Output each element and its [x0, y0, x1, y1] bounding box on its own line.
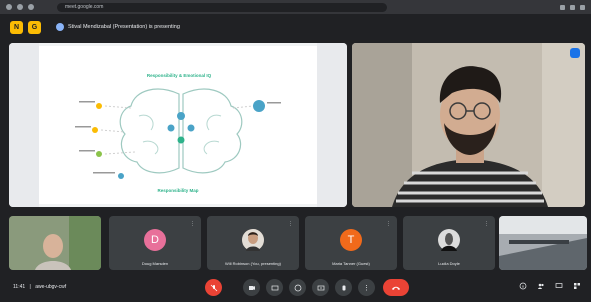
participant-strip: ⋮ D Doug Marsden ⋮ Will Robinson (You, p…	[9, 216, 587, 270]
more-options-icon[interactable]: ⋮	[484, 221, 489, 227]
avatar-photo	[438, 229, 460, 251]
camera-icon	[248, 285, 255, 290]
slide-margin-left	[9, 43, 39, 207]
meet-window: meet.google.com N G Stival Mendizabal (P…	[0, 0, 591, 302]
activities-icon[interactable]	[573, 282, 581, 290]
more-options-icon[interactable]: ⋮	[288, 221, 293, 227]
more-vert-icon: ⋮	[363, 284, 370, 292]
present-icon	[56, 23, 64, 31]
header-button-1[interactable]: N	[10, 20, 23, 34]
presenting-text: Stival Mendizabal (Presentation) is pres…	[68, 24, 180, 30]
avatar: T	[340, 229, 362, 251]
people-icon[interactable]	[537, 282, 545, 290]
participant-tile-1[interactable]	[9, 216, 101, 270]
separator: |	[29, 284, 31, 290]
control-bar: 11:41 | awe-ubgv-cwf ⋮	[0, 274, 591, 302]
reload-icon[interactable]	[28, 4, 34, 10]
participant-name: Doug Marsden	[141, 261, 169, 266]
more-options-icon[interactable]: ⋮	[190, 221, 195, 227]
browser-actions	[560, 4, 585, 10]
captions-icon	[271, 285, 278, 290]
chat-icon[interactable]	[555, 282, 563, 290]
mic-off-button[interactable]	[205, 279, 222, 296]
slide: Responsibility & Emotional IQ Responsibi…	[39, 46, 317, 204]
call-end-icon	[392, 286, 400, 290]
present-screen-icon	[317, 285, 324, 290]
more-options-button[interactable]: ⋮	[358, 279, 375, 296]
mic-off-icon	[210, 284, 217, 291]
extension-icon[interactable]	[560, 4, 565, 10]
participant-tile-3[interactable]: ⋮ Will Robinson (You, presenting)	[207, 216, 299, 270]
meet-header: N G Stival Mendizabal (Presentation) is …	[0, 14, 591, 40]
menu-icon[interactable]	[580, 4, 585, 10]
speaker-video	[352, 43, 585, 207]
slide-margin-right	[317, 43, 347, 207]
captions-button[interactable]	[266, 279, 283, 296]
meeting-code: awe-ubgv-cwf	[35, 284, 67, 290]
speaker-video-tile[interactable]	[352, 43, 585, 207]
leave-call-button[interactable]	[383, 279, 409, 296]
brain-diagram	[75, 88, 281, 179]
present-button[interactable]	[312, 279, 329, 296]
profile-icon[interactable]	[570, 4, 575, 10]
address-bar[interactable]: meet.google.com	[57, 2, 387, 12]
meeting-info: 11:41 | awe-ubgv-cwf	[13, 284, 66, 290]
participant-video	[499, 216, 587, 270]
participant-tile-4[interactable]: ⋮ T Maria Tanner (Guest)	[305, 216, 397, 270]
participant-name: Lucila Doyle	[438, 261, 460, 266]
avatar: D	[144, 229, 166, 251]
slide-bottom-title: Responsibility Map	[157, 188, 199, 193]
presenting-banner: Stival Mendizabal (Presentation) is pres…	[56, 23, 180, 31]
side-panel-buttons	[519, 282, 581, 290]
avatar-image	[242, 229, 264, 251]
presentation-tile[interactable]: Responsibility & Emotional IQ Responsibi…	[9, 43, 347, 207]
hand-icon	[342, 285, 345, 290]
participant-tile-2[interactable]: ⋮ D Doug Marsden	[109, 216, 201, 270]
participant-tile-6[interactable]	[499, 216, 587, 270]
emoji-button[interactable]	[289, 279, 306, 296]
forward-icon[interactable]	[17, 4, 23, 10]
participant-tile-5[interactable]: ⋮ Lucila Doyle	[403, 216, 495, 270]
browser-toolbar: meet.google.com	[0, 0, 591, 14]
raise-hand-button[interactable]	[335, 279, 352, 296]
avatar-photo	[242, 229, 264, 251]
emoji-icon	[294, 284, 301, 291]
speaking-indicator-icon	[570, 48, 580, 58]
header-button-2[interactable]: G	[28, 20, 41, 34]
clock-time: 11:41	[13, 284, 26, 290]
camera-button[interactable]	[243, 279, 260, 296]
participant-name: Will Robinson (You, presenting)	[225, 261, 281, 266]
back-icon[interactable]	[6, 4, 12, 10]
participant-name: Maria Tanner (Guest)	[332, 261, 370, 266]
avatar-image	[438, 229, 460, 251]
participant-video	[9, 216, 101, 270]
more-options-icon[interactable]: ⋮	[386, 221, 391, 227]
info-icon[interactable]	[519, 282, 527, 290]
